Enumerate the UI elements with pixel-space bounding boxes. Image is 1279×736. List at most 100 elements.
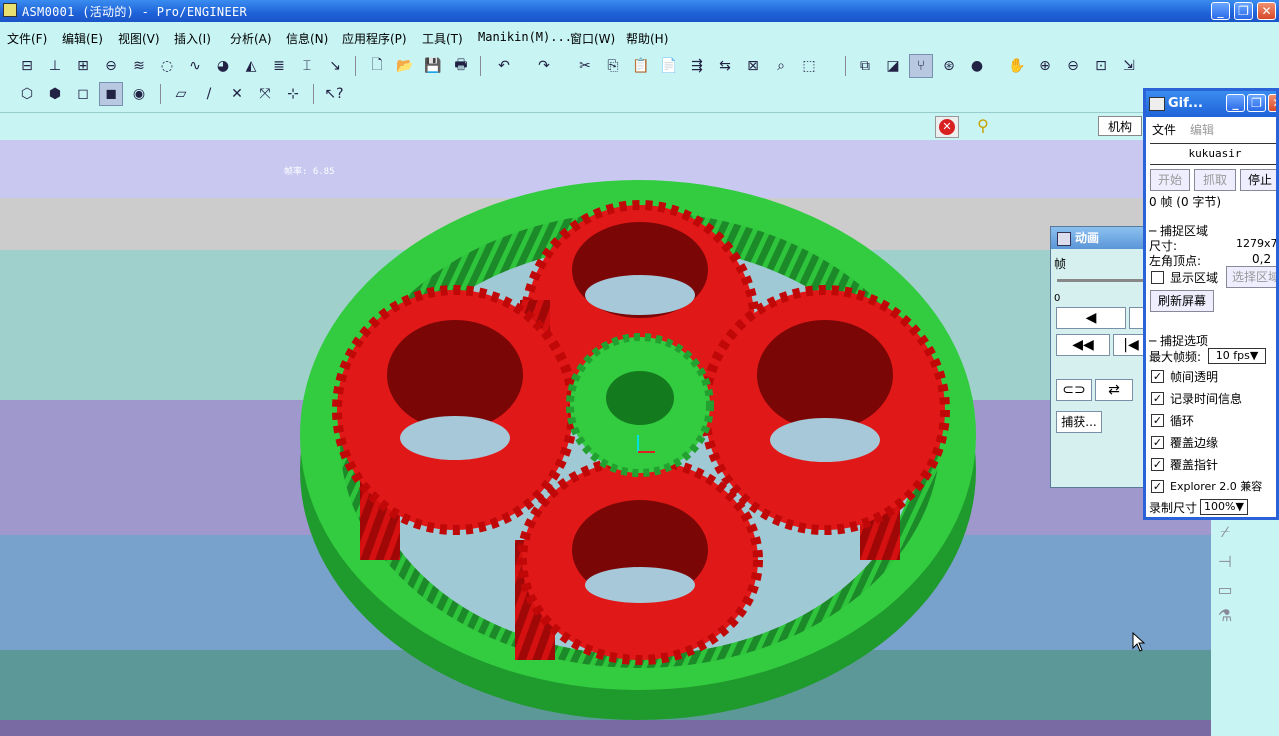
- shaded-icon[interactable]: ◼: [99, 82, 123, 106]
- wireframe-icon[interactable]: ⬡: [15, 82, 39, 106]
- gif-window-title: Gif...: [1168, 96, 1203, 111]
- zoom-out-icon[interactable]: ⊖: [1061, 54, 1085, 78]
- bulb-icon[interactable]: ⚲: [972, 116, 994, 138]
- orient-icon[interactable]: ⇲: [1117, 54, 1141, 78]
- appearance-icon[interactable]: ◉: [127, 82, 151, 106]
- copy-icon[interactable]: ⎘: [601, 54, 625, 78]
- menu-file[interactable]: 文件(F): [7, 30, 47, 47]
- capture-button[interactable]: 捕获...: [1056, 411, 1102, 433]
- menu-applications[interactable]: 应用程序(P): [342, 30, 407, 47]
- reflection-icon[interactable]: ≣: [267, 54, 291, 78]
- connect-icon[interactable]: ⑂: [909, 54, 933, 78]
- save-icon[interactable]: 💾: [421, 54, 445, 78]
- menu-edit[interactable]: 编辑(E): [62, 30, 103, 47]
- menu-view[interactable]: 视图(V): [118, 30, 160, 47]
- select-box-icon[interactable]: ⬚: [797, 54, 821, 78]
- open-folder-icon[interactable]: 📂: [393, 54, 417, 78]
- datum-plane-icon[interactable]: ⊟: [15, 54, 39, 78]
- context-help-icon[interactable]: ↖?: [322, 82, 346, 106]
- pin-icon[interactable]: ⌿: [1213, 522, 1237, 544]
- gif-stop-button[interactable]: 停止: [1240, 169, 1276, 191]
- component-icon[interactable]: ▭: [1213, 580, 1237, 602]
- no-hidden-icon[interactable]: ◻: [71, 82, 95, 106]
- gif-minimize-button[interactable]: _: [1226, 94, 1245, 112]
- menu-analysis[interactable]: 分析(A): [230, 30, 272, 47]
- datum-axis-icon[interactable]: ⊥: [43, 54, 67, 78]
- step-back-button[interactable]: ◀: [1056, 307, 1126, 329]
- gif-menu-edit[interactable]: 编辑: [1190, 121, 1214, 138]
- display-style-icon[interactable]: ◪: [881, 54, 905, 78]
- coordinate-icon[interactable]: ⊖: [99, 54, 123, 78]
- layers-icon[interactable]: ⧉: [853, 54, 877, 78]
- surface-analysis-icon[interactable]: ◌: [155, 54, 179, 78]
- wave-icon[interactable]: ∿: [183, 54, 207, 78]
- assemble-icon[interactable]: ⚗: [1213, 606, 1237, 628]
- regenerate-icon[interactable]: ⇶: [685, 54, 709, 78]
- maximize-button[interactable]: ❐: [1234, 2, 1253, 20]
- refit-icon[interactable]: ⊡: [1089, 54, 1113, 78]
- menu-insert[interactable]: 插入(I): [174, 30, 211, 47]
- cut-icon[interactable]: ✂: [573, 54, 597, 78]
- refresh-screen-button[interactable]: 刷新屏幕: [1150, 290, 1214, 312]
- shading-sphere-icon[interactable]: ●: [965, 54, 989, 78]
- option-label: Explorer 2.0 兼容: [1170, 480, 1263, 493]
- paste-icon[interactable]: 📋: [629, 54, 653, 78]
- datum-point-icon[interactable]: ⊞: [71, 54, 95, 78]
- menu-manikin[interactable]: Manikin(M)...: [478, 30, 572, 44]
- menu-window[interactable]: 窗口(W): [570, 30, 615, 47]
- option-checkbox[interactable]: ✓: [1151, 480, 1164, 493]
- datum-axes-toggle-icon[interactable]: /: [197, 82, 221, 106]
- reverse-button[interactable]: ⇄: [1095, 379, 1133, 401]
- datum-points-toggle-icon[interactable]: ✕: [225, 82, 249, 106]
- max-fps-select[interactable]: 10 fps▼: [1208, 348, 1266, 364]
- gear-assembly-model[interactable]: [0, 140, 1211, 736]
- constraint-icon[interactable]: ⊣: [1213, 552, 1237, 574]
- loop-button[interactable]: ⊂⊃: [1056, 379, 1092, 401]
- menu-tools[interactable]: 工具(T): [422, 30, 463, 47]
- redo-icon[interactable]: ↷: [532, 54, 556, 78]
- option-checkbox[interactable]: ✓: [1151, 436, 1164, 449]
- hidden-line-icon[interactable]: ⬢: [43, 82, 67, 106]
- color-map-icon[interactable]: ◕: [211, 54, 235, 78]
- curve-analysis-icon[interactable]: ≋: [127, 54, 151, 78]
- new-file-icon[interactable]: 🗋: [365, 54, 389, 78]
- close-button[interactable]: ✕: [1257, 2, 1276, 20]
- measure-icon[interactable]: ↘: [323, 54, 347, 78]
- record-size-select[interactable]: 100%▼: [1200, 499, 1248, 515]
- pan-hand-icon[interactable]: ✋: [1005, 54, 1029, 78]
- select-area-button[interactable]: 选择区域: [1226, 266, 1276, 288]
- spin-center-toggle-icon[interactable]: ⊹: [281, 82, 305, 106]
- gif-grab-button[interactable]: 抓取: [1194, 169, 1236, 191]
- coord-sys-toggle-icon[interactable]: ⤧: [253, 82, 277, 106]
- gif-close-button[interactable]: ✕: [1268, 94, 1276, 112]
- draft-icon[interactable]: ◭: [239, 54, 263, 78]
- minimize-button[interactable]: _: [1211, 2, 1230, 20]
- menu-info[interactable]: 信息(N): [286, 30, 328, 47]
- section-icon[interactable]: ⌶: [295, 54, 319, 78]
- option-checkbox[interactable]: ✓: [1151, 370, 1164, 383]
- graphics-viewport[interactable]: [0, 140, 1211, 736]
- search-icon[interactable]: ⌕: [769, 54, 793, 78]
- print-icon[interactable]: 🖶: [449, 54, 473, 78]
- gif-menu-file[interactable]: 文件: [1152, 121, 1176, 138]
- paste-special-icon[interactable]: 📄: [657, 54, 681, 78]
- mechanism-filter[interactable]: 机构: [1098, 116, 1142, 136]
- frame-slider[interactable]: [1057, 279, 1149, 282]
- stop-regen-button[interactable]: ✕: [935, 116, 959, 138]
- grid-select-icon[interactable]: ⊠: [741, 54, 765, 78]
- undo-icon[interactable]: ↶: [492, 54, 516, 78]
- max-fps-value: 10 fps: [1215, 349, 1250, 362]
- regen-manager-icon[interactable]: ⇆: [713, 54, 737, 78]
- option-checkbox[interactable]: ✓: [1151, 458, 1164, 471]
- show-area-checkbox[interactable]: [1151, 271, 1164, 284]
- option-checkbox[interactable]: ✓: [1151, 414, 1164, 427]
- spin-center-icon[interactable]: ⊛: [937, 54, 961, 78]
- gif-start-button[interactable]: 开始: [1150, 169, 1190, 191]
- menu-help[interactable]: 帮助(H): [626, 30, 668, 47]
- separator: [480, 56, 481, 76]
- datum-planes-toggle-icon[interactable]: ▱: [169, 82, 193, 106]
- gif-maximize-button[interactable]: ❐: [1247, 94, 1266, 112]
- zoom-in-icon[interactable]: ⊕: [1033, 54, 1057, 78]
- option-checkbox[interactable]: ✓: [1151, 392, 1164, 405]
- rewind-button[interactable]: ◀◀: [1056, 334, 1110, 356]
